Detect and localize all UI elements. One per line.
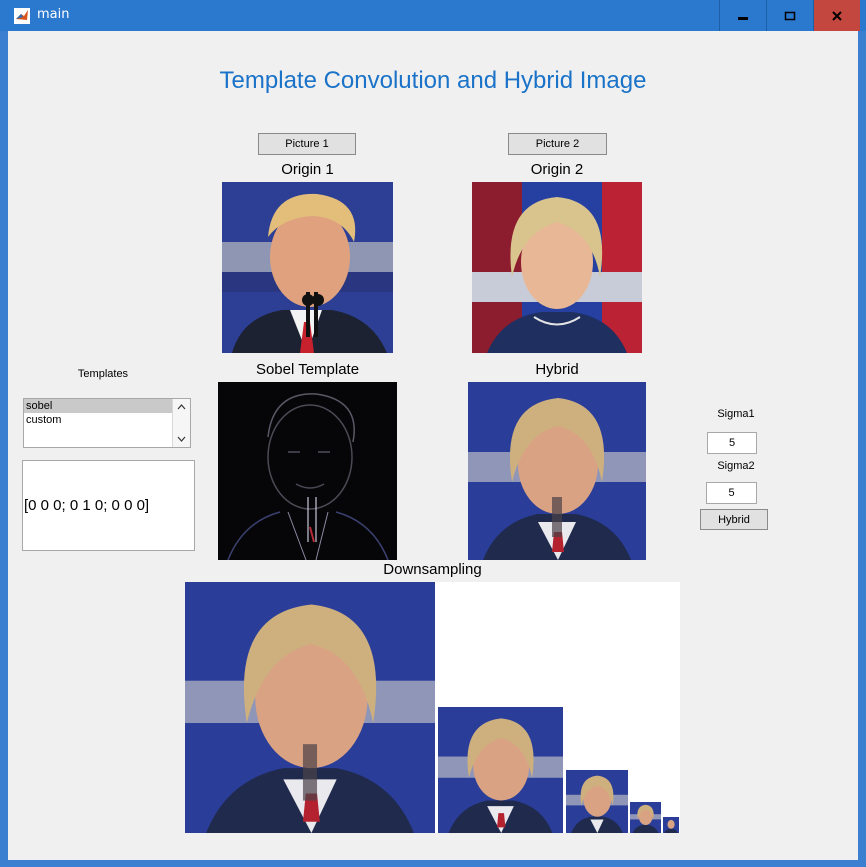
downsample-level-2 [438, 707, 563, 833]
sobel-label: Sobel Template [255, 361, 360, 378]
downsample-level-5 [663, 817, 679, 833]
hybrid-label: Hybrid [535, 361, 579, 378]
picture1-button[interactable]: Picture 1 [258, 133, 356, 155]
downsample-level-4 [630, 802, 661, 833]
list-item[interactable]: sobel [24, 399, 174, 413]
matlab-icon [14, 8, 30, 24]
template-matrix-field[interactable]: [0 0 0; 0 1 0; 0 0 0] [22, 460, 195, 551]
sigma2-label: Sigma2 [717, 460, 755, 472]
sigma1-input[interactable]: 5 [707, 432, 757, 454]
close-button[interactable] [813, 0, 860, 31]
minimize-icon [738, 16, 748, 20]
downsample-level-1 [185, 582, 435, 833]
picture2-button[interactable]: Picture 2 [508, 133, 607, 155]
figure-panel: Template Convolution and Hybrid Image Pi… [8, 31, 858, 860]
origin1-image [222, 182, 393, 353]
listbox-scrollbar[interactable] [172, 399, 190, 447]
page-title: Template Convolution and Hybrid Image [219, 67, 647, 94]
hybrid-button[interactable]: Hybrid [700, 509, 768, 530]
maximize-icon [784, 11, 796, 20]
sigma2-input[interactable]: 5 [706, 482, 757, 504]
list-item[interactable]: custom [24, 413, 174, 427]
template-matrix-value: [0 0 0; 0 1 0; 0 0 0] [24, 497, 150, 514]
app-window: main Template Convolution and Hybrid Ima… [0, 0, 866, 867]
sobel-image [218, 382, 397, 560]
close-icon [832, 10, 842, 21]
title-bar[interactable]: main [0, 0, 866, 31]
maximize-button[interactable] [766, 0, 813, 31]
hybrid-image [468, 382, 646, 560]
downsample-level-3 [566, 770, 628, 833]
chevron-down-icon [177, 436, 185, 442]
chevron-up-icon [177, 404, 185, 410]
origin1-label: Origin 1 [281, 161, 334, 178]
origin2-label: Origin 2 [530, 161, 584, 178]
templates-listbox[interactable]: sobel custom [23, 398, 191, 448]
minimize-button[interactable] [719, 0, 766, 31]
scroll-down-arrow[interactable] [173, 431, 189, 447]
downsampling-panel [185, 582, 680, 833]
sigma1-label: Sigma1 [717, 408, 755, 420]
origin2-image [472, 182, 642, 353]
scroll-up-arrow[interactable] [173, 399, 189, 415]
downsampling-label: Downsampling [383, 561, 482, 578]
window-title: main [37, 7, 70, 22]
templates-label: Templates [77, 368, 129, 380]
